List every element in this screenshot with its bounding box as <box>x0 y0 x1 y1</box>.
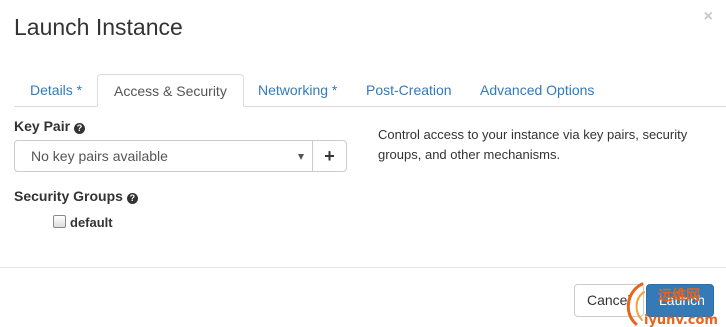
key-pair-label: Key Pair? <box>14 118 86 134</box>
question-circle-icon[interactable]: ? <box>74 123 86 134</box>
tab-networking[interactable]: Networking * <box>242 74 353 106</box>
add-key-pair-button[interactable]: + <box>312 140 347 172</box>
help-text: Control access to your instance via key … <box>378 127 688 162</box>
tab-access-security[interactable]: Access & Security <box>97 74 244 107</box>
close-icon[interactable]: × <box>704 9 713 25</box>
question-circle-icon[interactable]: ? <box>126 193 138 204</box>
modal-footer: Cancel Launch <box>0 267 726 327</box>
tab-post-creation[interactable]: Post-Creation <box>350 74 468 106</box>
security-groups-label-text: Security Groups <box>14 188 123 204</box>
tab-advanced-options[interactable]: Advanced Options <box>464 74 610 106</box>
security-group-checkbox[interactable] <box>53 215 66 228</box>
security-group-label[interactable]: default <box>70 215 113 230</box>
key-pair-select[interactable]: No key pairs available <box>14 140 313 172</box>
security-groups-label: Security Groups? <box>14 188 138 204</box>
modal-title: Launch Instance <box>14 14 183 40</box>
key-pair-input-group: No key pairs available + <box>14 140 347 172</box>
launch-button[interactable]: Launch <box>646 284 714 317</box>
launch-instance-modal: Launch Instance × Details * Access & Sec… <box>0 0 726 327</box>
tab-details[interactable]: Details * <box>14 74 98 106</box>
security-group-item-default: default <box>53 214 113 230</box>
key-pair-selected-value: No key pairs available <box>31 148 168 164</box>
modal-header: Launch Instance × <box>0 0 726 56</box>
caret-down-icon <box>298 154 304 160</box>
key-pair-label-text: Key Pair <box>14 118 71 134</box>
cancel-button[interactable]: Cancel <box>574 284 644 317</box>
tab-bar: Details * Access & Security Networking *… <box>14 74 726 107</box>
